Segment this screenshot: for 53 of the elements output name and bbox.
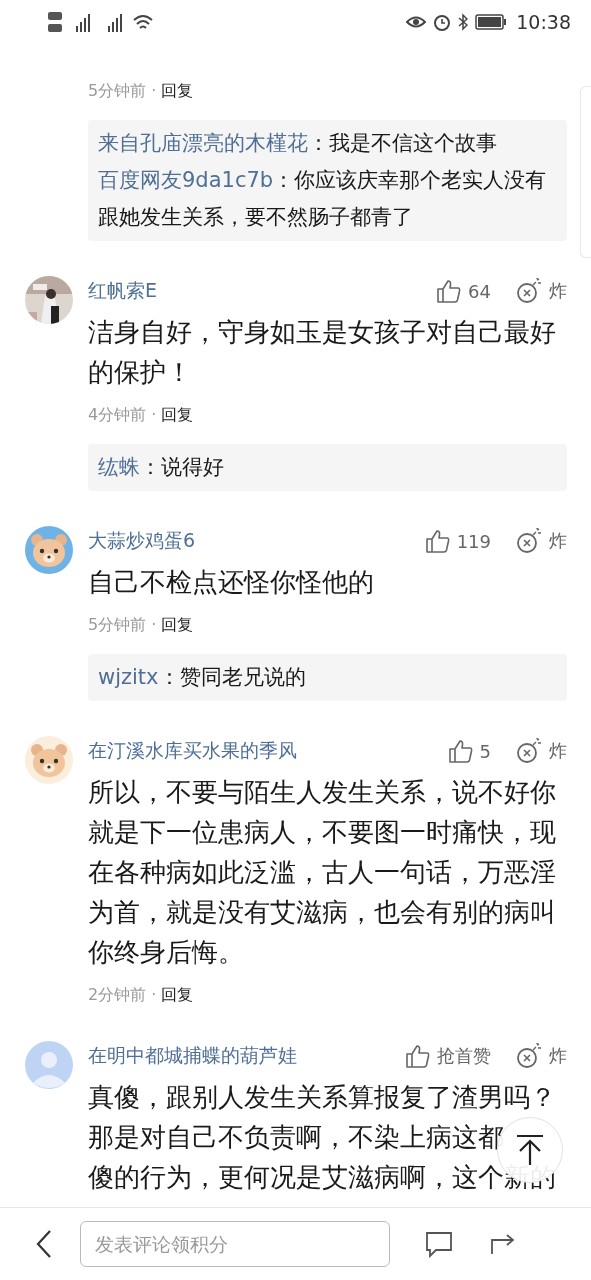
comment-time: 2分钟前 · <box>88 984 157 1006</box>
comment-text: 真傻，跟别人发生关系算报复了渣男吗？ <box>88 1081 557 1114</box>
comment-text: 洁身自好，守身如玉是女孩子对自己最好的保护！ <box>88 316 557 389</box>
comment-text: 那是对自己不负责啊，不染上病这都 <box>88 1121 504 1154</box>
like-button[interactable]: 119 <box>424 528 491 554</box>
reply-author[interactable]: wjzitx <box>98 665 159 689</box>
reply-comment: 纮蛛：说得好 <box>98 454 225 481</box>
bomb-icon <box>515 528 543 554</box>
reply-comment: wjzitx：赞同老兄说的 <box>98 664 307 691</box>
reply-author[interactable]: 来自孔庙漂亮的木槿花 <box>98 131 308 155</box>
bear-avatar-icon <box>25 526 73 574</box>
comment-text: 傻的行为，更何况是艾滋病啊，这个新的 <box>88 1161 556 1194</box>
thumbs-up-icon <box>424 528 451 554</box>
like-button[interactable]: 5 <box>447 738 491 764</box>
user-name[interactable]: 在汀溪水库买水果的季风 <box>88 738 438 764</box>
comment-time: 4分钟前 · <box>88 404 157 426</box>
reply-comment: 来自孔庙漂亮的木槿花：我是不信这个故事 <box>98 130 498 157</box>
thumbs-up-icon <box>436 278 463 304</box>
bomb-button[interactable]: 炸 <box>515 278 567 304</box>
reply-link[interactable]: 回复 <box>161 404 194 426</box>
reply-link[interactable]: 回复 <box>161 80 194 102</box>
comment-time: 5分钟前 · <box>88 80 157 102</box>
comment-icon[interactable] <box>424 1230 454 1258</box>
thumbs-up-icon <box>447 738 474 764</box>
bomb-button[interactable]: 炸 <box>515 1043 567 1069</box>
user-name[interactable]: 大蒜炒鸡蛋6 <box>88 528 415 554</box>
comment-text: 所以，不要与陌生人发生关系，说不好你就是下一位患病人，不要图一时痛快，现在各种病如此泛滥，古人一句话，万恶淫为首，就是没有艾滋病，也会有别的病叫你终身后悔。 <box>88 776 557 969</box>
alarm-icon <box>433 13 452 31</box>
reply-link[interactable]: 回复 <box>161 984 194 1006</box>
user-name[interactable]: 在明中都城捕蝶的葫芦娃 <box>88 1043 395 1069</box>
bomb-button[interactable]: 炸 <box>515 528 567 554</box>
comment-time: 5分钟前 · <box>88 614 157 636</box>
bomb-icon <box>515 738 543 764</box>
reply-author[interactable]: 纮蛛 <box>98 455 140 479</box>
comment-input-field[interactable]: 发表评论领积分 <box>80 1221 390 1267</box>
user-name[interactable]: 红帆索E <box>88 278 427 304</box>
bomb-button[interactable]: 炸 <box>515 738 567 764</box>
reply-link[interactable]: 回复 <box>161 614 194 636</box>
bomb-icon <box>515 1043 543 1069</box>
bluetooth-icon <box>458 13 469 31</box>
bomb-icon <box>515 278 543 304</box>
battery-icon <box>475 14 508 30</box>
like-button[interactable]: 抢首赞 <box>405 1043 491 1069</box>
reply-comment: 百度网友9da1c7b：你应该庆幸那个老实人没有跟她发生关系，要不然肠子都青了 <box>98 167 548 231</box>
eye-icon <box>406 15 427 29</box>
like-button[interactable]: 64 <box>436 278 491 304</box>
back-icon[interactable] <box>34 1229 54 1259</box>
bear-avatar-icon <box>25 736 73 784</box>
clock-time: 10:38 <box>516 11 571 33</box>
avatar-icon <box>25 1041 73 1089</box>
comment-text: 自己不检点还怪你怪他的 <box>88 566 375 599</box>
reply-author[interactable]: 百度网友9da1c7b <box>98 168 274 192</box>
thumbs-up-icon <box>405 1043 431 1069</box>
